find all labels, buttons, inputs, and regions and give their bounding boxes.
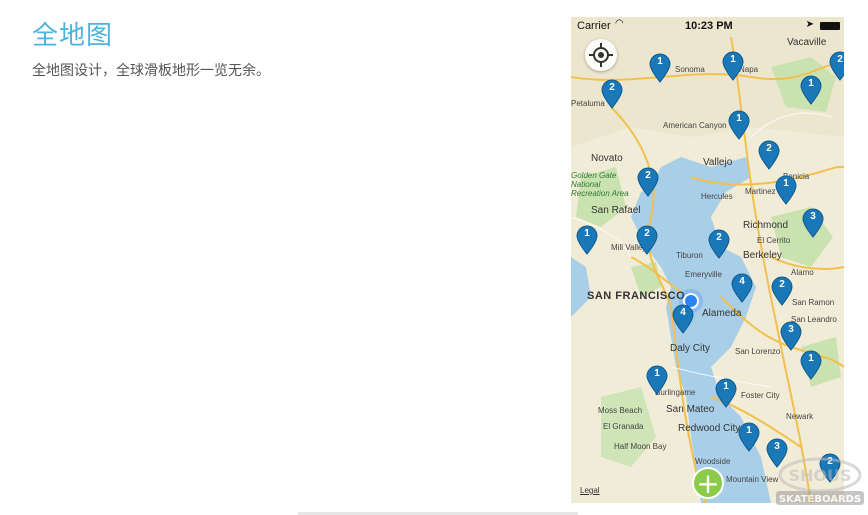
map-label: Vallejo xyxy=(703,157,733,168)
map-pin[interactable]: 1 xyxy=(576,225,598,255)
pin-count: 1 xyxy=(657,56,663,67)
pin-count: 3 xyxy=(810,211,816,222)
pin-count: 1 xyxy=(783,178,789,189)
page-title: 全地图 xyxy=(32,21,114,51)
map-label: San Lorenzo xyxy=(735,347,781,356)
map-label: El Granada xyxy=(603,422,644,431)
map-label: Richmond xyxy=(743,220,789,231)
pin-count: 2 xyxy=(779,279,785,290)
wifi-icon: ◠ xyxy=(615,18,624,29)
map-pin[interactable]: 1 xyxy=(738,422,760,452)
pin-count: 2 xyxy=(645,170,651,181)
location-arrow-icon: ➤ xyxy=(805,19,814,30)
pin-count: 2 xyxy=(644,228,650,239)
map-pin[interactable]: 2 xyxy=(636,225,658,255)
map-pin[interactable]: 4 xyxy=(731,273,753,303)
map-pin[interactable]: 2 xyxy=(771,276,793,306)
map-label: Hercules xyxy=(701,192,733,201)
map-pin[interactable]: 1 xyxy=(715,378,737,408)
map-pin[interactable]: 2 xyxy=(601,79,623,109)
pin-count: 2 xyxy=(837,54,843,65)
map-label: Daly City xyxy=(670,343,711,354)
map-label: Foster City xyxy=(741,391,780,400)
map-pin[interactable]: 1 xyxy=(775,175,797,205)
map-pin[interactable]: 1 xyxy=(800,350,822,380)
map-pin[interactable]: 4 xyxy=(672,304,694,334)
map-pin[interactable]: 3 xyxy=(780,321,802,351)
map-label: SAN FRANCISCO xyxy=(587,290,686,302)
map-label: Golden Gate National Recreation Area xyxy=(571,171,629,198)
map-pin[interactable]: 1 xyxy=(728,110,750,140)
carrier-label: Carrier xyxy=(577,20,611,32)
battery-icon xyxy=(820,22,840,30)
pin-count: 4 xyxy=(739,276,745,287)
pin-count: 1 xyxy=(746,425,752,436)
pin-count: 2 xyxy=(766,143,772,154)
pin-count: 3 xyxy=(788,324,794,335)
map-label: Redwood City xyxy=(678,423,741,434)
map-label: San Rafael xyxy=(591,205,641,216)
pin-count: 1 xyxy=(723,381,729,392)
map-pin[interactable]: 2 xyxy=(708,229,730,259)
map-label: American Canyon xyxy=(663,121,727,130)
map-pin[interactable]: 3 xyxy=(802,208,824,238)
page-subtitle: 全地图设计，全球滑板地形一览无余。 xyxy=(32,63,270,79)
map-pin[interactable]: 1 xyxy=(722,51,744,81)
map-label: San Mateo xyxy=(666,404,715,415)
map-label: Vacaville xyxy=(787,37,827,48)
map-label: Woodside xyxy=(695,457,731,466)
map-label: Novato xyxy=(591,153,623,164)
pin-count: 1 xyxy=(808,353,814,364)
legal-link[interactable]: Legal xyxy=(580,486,600,495)
map-label: Half Moon Bay xyxy=(614,442,667,451)
watermark-text: SKATEBOARDS xyxy=(779,494,861,505)
pin-count: 1 xyxy=(654,368,660,379)
map-label: Emeryville xyxy=(685,270,722,279)
map-pin[interactable]: 2 xyxy=(829,51,844,81)
pin-count: 1 xyxy=(730,54,736,65)
map-label: Alameda xyxy=(702,308,742,319)
crosshair-icon xyxy=(589,43,613,67)
map-label: Moss Beach xyxy=(598,406,643,415)
map-pin[interactable]: 2 xyxy=(758,140,780,170)
pin-count: 1 xyxy=(584,228,590,239)
map-label: Berkeley xyxy=(743,250,782,261)
map-label: Newark xyxy=(786,412,814,421)
svg-text:SHOUS: SHOUS xyxy=(788,466,851,485)
add-spot-button[interactable]: + xyxy=(692,467,724,499)
map-label: Sonoma xyxy=(675,65,705,74)
map-pin[interactable]: 2 xyxy=(637,167,659,197)
map-label: Martinez xyxy=(745,187,776,196)
pin-count: 1 xyxy=(736,113,742,124)
map-label: Tiburon xyxy=(676,251,703,260)
map-label: Petaluma xyxy=(571,99,605,108)
pin-count: 4 xyxy=(680,307,686,318)
map-label: Mountain View xyxy=(726,475,779,484)
map-label: El Cerrito xyxy=(757,236,791,245)
pin-count: 2 xyxy=(716,232,722,243)
map-label: San Ramon xyxy=(792,298,835,307)
map-label: Alamo xyxy=(791,268,814,277)
map-pin[interactable]: 1 xyxy=(646,365,668,395)
pin-count: 2 xyxy=(609,82,615,93)
clock-label: 10:23 PM xyxy=(685,20,733,32)
map-pin[interactable]: 1 xyxy=(649,53,671,83)
locate-me-button[interactable] xyxy=(585,39,617,71)
pin-count: 1 xyxy=(808,78,814,89)
map-screenshot: Carrier ◠ 10:23 PM ➤ SAN FRANCISCO Berke… xyxy=(571,17,844,503)
pin-count: 3 xyxy=(774,441,780,452)
map-pin[interactable]: 1 xyxy=(800,75,822,105)
status-bar: Carrier ◠ 10:23 PM ➤ xyxy=(571,17,844,35)
skateboards-logo: SHOUS SKATEBOARDS xyxy=(776,457,864,505)
